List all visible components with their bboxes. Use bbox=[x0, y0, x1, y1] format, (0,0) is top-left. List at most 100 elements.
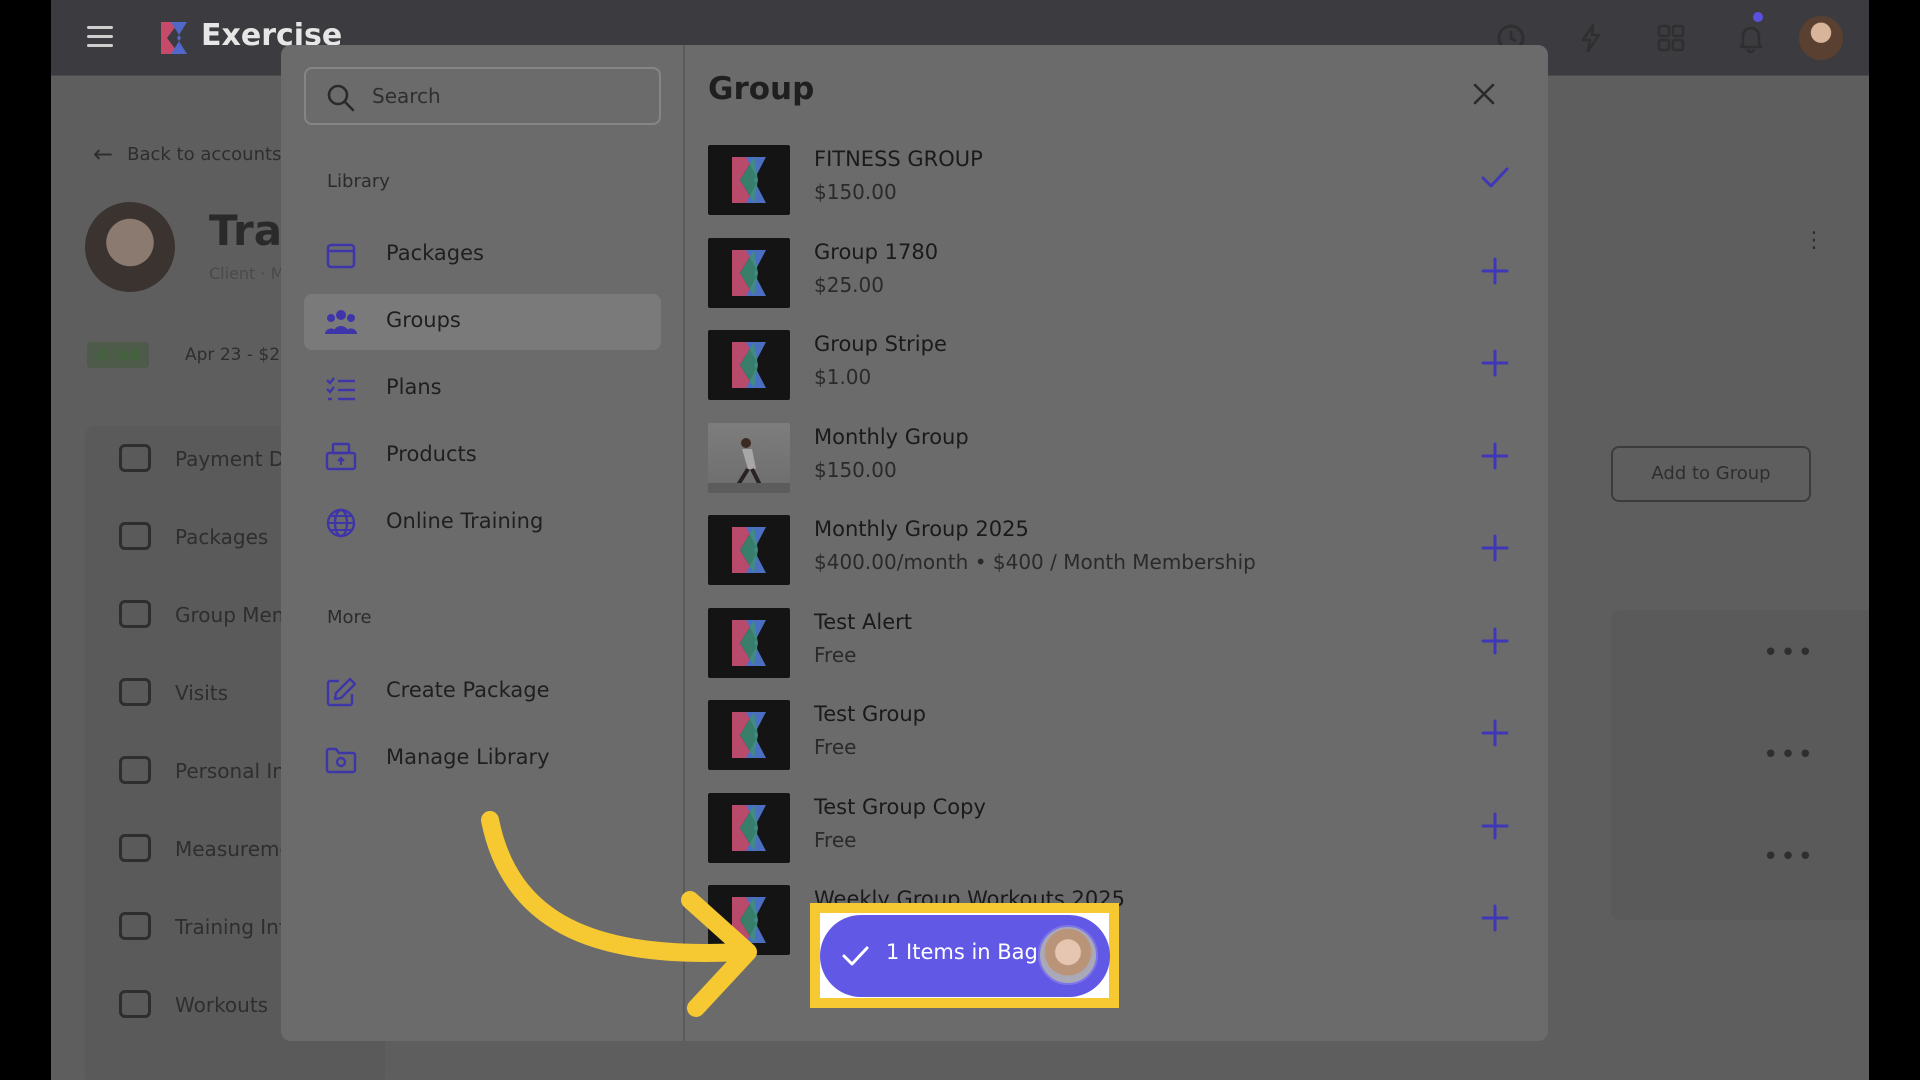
nav-create-package[interactable]: Create Package bbox=[304, 664, 661, 720]
groups-panel bbox=[1611, 610, 1869, 920]
add-to-group-button[interactable]: Add to Group bbox=[1611, 446, 1811, 502]
add-plus-icon[interactable] bbox=[1478, 346, 1512, 380]
nav-groups[interactable]: Groups bbox=[304, 294, 661, 350]
group-price: $1.00 bbox=[814, 365, 872, 389]
bell-icon[interactable] bbox=[1735, 22, 1767, 54]
nav-packages[interactable]: Packages bbox=[304, 227, 661, 283]
menu-item-personal-info[interactable]: Personal Info bbox=[119, 756, 304, 784]
package-icon bbox=[119, 522, 151, 550]
nav-plans[interactable]: Plans bbox=[304, 361, 661, 417]
add-plus-icon[interactable] bbox=[1478, 901, 1512, 935]
nav-online-training[interactable]: Online Training bbox=[304, 495, 661, 551]
close-icon[interactable] bbox=[1471, 81, 1497, 107]
nav-label: Create Package bbox=[386, 678, 550, 702]
back-label: Back to accounts bbox=[127, 144, 282, 165]
kebab-menu-icon[interactable]: ⋮ bbox=[1803, 228, 1825, 253]
ruler-icon bbox=[119, 834, 151, 862]
group-row[interactable]: Test Group Copy Free bbox=[708, 792, 1528, 863]
add-plus-icon[interactable] bbox=[1478, 716, 1512, 750]
nav-label: Groups bbox=[386, 308, 461, 332]
panel-title: Group bbox=[708, 71, 815, 107]
client-avatar bbox=[85, 202, 175, 292]
group-price: Free bbox=[814, 642, 857, 667]
group-name: Group Stripe bbox=[814, 332, 947, 356]
person-icon bbox=[119, 756, 151, 784]
bag-count-label: 1 Items in Bag bbox=[886, 940, 1038, 964]
items-in-bag-toast[interactable]: 1 Items in Bag bbox=[820, 915, 1110, 997]
added-check-icon[interactable] bbox=[1478, 161, 1512, 195]
nav-manage-library[interactable]: Manage Library bbox=[304, 731, 661, 787]
products-icon bbox=[325, 442, 357, 471]
more-options-icon[interactable]: ••• bbox=[1763, 740, 1815, 770]
arrow-left-icon: ← bbox=[93, 140, 114, 168]
edit-icon bbox=[326, 677, 357, 707]
add-plus-icon[interactable] bbox=[1478, 531, 1512, 565]
nav-label: Packages bbox=[386, 241, 484, 265]
lightning-icon[interactable] bbox=[1575, 22, 1607, 54]
notification-dot bbox=[1753, 12, 1763, 22]
group-logo-thumbnail bbox=[708, 607, 790, 678]
visits-icon bbox=[119, 678, 151, 706]
apps-grid-icon[interactable] bbox=[1655, 22, 1687, 54]
menu-label: Visits bbox=[175, 681, 229, 705]
group-price: Free bbox=[814, 735, 857, 759]
add-plus-icon[interactable] bbox=[1478, 809, 1512, 843]
client-avatar bbox=[1038, 925, 1098, 985]
group-name: Monthly Group bbox=[814, 424, 969, 449]
info-icon bbox=[119, 912, 151, 940]
group-name: FITNESS GROUP bbox=[814, 147, 983, 171]
group-price: Free bbox=[814, 827, 857, 852]
package-icon bbox=[326, 243, 356, 269]
more-section-label: More bbox=[327, 607, 372, 628]
back-to-accounts-link[interactable]: ← Back to accounts bbox=[93, 140, 281, 168]
menu-label: Packages bbox=[175, 525, 269, 549]
group-logo-thumbnail bbox=[708, 515, 790, 585]
add-plus-icon[interactable] bbox=[1478, 624, 1512, 658]
group-name: Test Alert bbox=[814, 609, 913, 634]
groups-icon bbox=[119, 600, 151, 628]
group-row[interactable]: FITNESS GROUP $150.00 bbox=[708, 145, 1528, 215]
check-icon bbox=[842, 946, 869, 966]
search-placeholder: Search bbox=[372, 84, 441, 108]
group-row[interactable]: Monthly Group 2025 $400.00/month • $400 /… bbox=[708, 515, 1528, 585]
menu-item-visits[interactable]: Visits bbox=[119, 678, 228, 706]
group-row[interactable]: Monthly Group $150.00 bbox=[708, 422, 1528, 493]
group-logo-thumbnail bbox=[708, 237, 790, 308]
group-name: Test Group Copy bbox=[814, 794, 986, 819]
run-icon bbox=[119, 990, 151, 1018]
nav-label: Online Training bbox=[386, 509, 544, 533]
search-icon bbox=[327, 84, 355, 112]
group-logo-thumbnail bbox=[708, 145, 790, 215]
add-plus-icon[interactable] bbox=[1478, 254, 1512, 288]
menu-item-packages[interactable]: Packages bbox=[119, 522, 268, 550]
group-name: Test Group bbox=[814, 702, 926, 726]
group-row[interactable]: Test Alert Free bbox=[708, 607, 1528, 678]
menu-label: Training Info bbox=[175, 915, 299, 939]
globe-icon bbox=[326, 508, 356, 538]
add-plus-icon[interactable] bbox=[1478, 439, 1512, 473]
add-to-group-label: Add to Group bbox=[1651, 463, 1771, 484]
menu-item-training-info[interactable]: Training Info bbox=[119, 912, 298, 940]
group-price: $25.00 bbox=[814, 272, 884, 297]
groups-icon bbox=[325, 310, 357, 334]
group-row[interactable]: Group Stripe $1.00 bbox=[708, 330, 1528, 400]
nav-products[interactable]: Products bbox=[304, 428, 661, 484]
group-price: $400.00/month • $400 / Month Membership bbox=[814, 550, 1256, 574]
group-name: Group 1780 bbox=[814, 239, 939, 264]
group-photo-thumbnail bbox=[708, 422, 790, 493]
nav-label: Products bbox=[386, 442, 477, 466]
group-price: $150.00 bbox=[814, 180, 897, 204]
menu-item-workouts[interactable]: Workouts bbox=[119, 990, 268, 1018]
more-options-icon[interactable]: ••• bbox=[1763, 638, 1815, 668]
group-row[interactable]: Group 1780 $25.00 bbox=[708, 237, 1528, 308]
group-price: $150.00 bbox=[814, 457, 897, 482]
group-logo-thumbnail bbox=[708, 330, 790, 400]
group-row[interactable]: Test Group Free bbox=[708, 700, 1528, 770]
user-avatar[interactable] bbox=[1799, 16, 1843, 60]
folder-gear-icon bbox=[325, 747, 357, 774]
more-options-icon[interactable]: ••• bbox=[1763, 842, 1815, 872]
callout-arrow-icon bbox=[481, 811, 757, 1017]
group-logo-thumbnail bbox=[708, 700, 790, 770]
search-input[interactable]: Search bbox=[304, 67, 661, 125]
menu-icon[interactable] bbox=[87, 26, 113, 48]
